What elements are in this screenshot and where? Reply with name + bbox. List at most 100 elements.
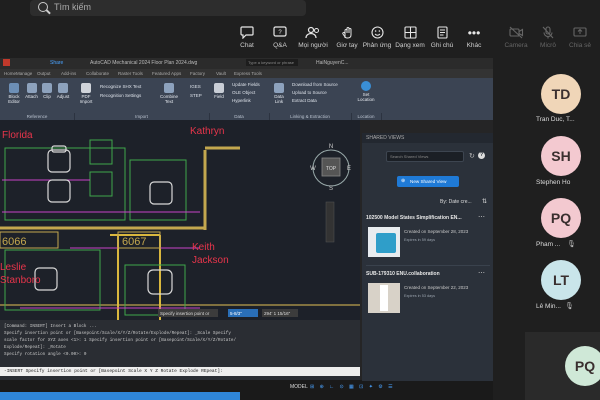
- viewcube[interactable]: TOP N W E S: [310, 144, 351, 192]
- refresh-icon[interactable]: ↻: [469, 152, 475, 160]
- share-button[interactable]: Chia sẻ: [563, 26, 597, 54]
- card-more-icon[interactable]: ⋯: [478, 213, 485, 221]
- ribbon-tab[interactable]: Output: [37, 71, 51, 76]
- participant-tile[interactable]: SH Stephen Ho: [493, 128, 600, 192]
- more-button[interactable]: ••• Khác: [457, 26, 491, 54]
- adjust-button[interactable]: Adjust: [56, 83, 70, 99]
- clip-button[interactable]: Clip: [41, 83, 53, 99]
- floor-plan: Florida Kathryn 6066 6067 Keith Jackson …: [0, 126, 360, 320]
- command-input[interactable]: -INSERT Specify insertion point or [Base…: [0, 367, 360, 376]
- navigation-bar[interactable]: [325, 201, 335, 243]
- chat-icon: [230, 26, 264, 40]
- coord-field[interactable]: 294' 1 15/16": [264, 311, 291, 316]
- more-icon: •••: [467, 26, 481, 40]
- group-location-label: Location: [351, 113, 382, 120]
- card-more-icon[interactable]: ⋯: [478, 269, 485, 277]
- avatar: TD: [541, 74, 581, 114]
- pdf-icon: [81, 83, 91, 93]
- card-title: 102500 Model States Simplification EN...: [366, 215, 462, 221]
- new-shared-view-button[interactable]: ⊕ New Shared View: [397, 176, 459, 187]
- help-icon[interactable]: ?: [478, 152, 485, 159]
- autocad-logo-icon: [3, 59, 10, 66]
- participant-tile[interactable]: LT Lê Min... 🎙: [493, 256, 600, 320]
- coord-field[interactable]: 5-8/3": [230, 311, 242, 316]
- qa-button[interactable]: ? Q&A: [263, 26, 297, 54]
- set-location-button[interactable]: Set Location: [356, 81, 376, 102]
- hyperlink-button[interactable]: Hyperlink: [232, 98, 251, 103]
- block-editor-button[interactable]: Block Editor: [6, 83, 22, 104]
- react-button[interactable]: Phản ứng: [360, 26, 394, 54]
- shared-views-search[interactable]: Search Shared Views: [386, 151, 464, 162]
- sort-direction-icon[interactable]: ⇅: [482, 198, 487, 205]
- data-link-button[interactable]: Data Link: [272, 83, 286, 104]
- ribbon-tab[interactable]: Express Tools: [234, 71, 262, 76]
- raise-hand-button[interactable]: Giơ tay: [330, 26, 364, 54]
- mic-off-icon: [531, 26, 565, 40]
- recognize-shx-button[interactable]: Recognize SHX Text: [100, 84, 141, 89]
- iges-button[interactable]: IGES: [190, 84, 201, 89]
- field-button[interactable]: Field: [212, 83, 226, 99]
- chat-button[interactable]: Chat: [230, 26, 264, 54]
- people-button[interactable]: Mọi người: [296, 26, 330, 54]
- ribbon-tab[interactable]: Manage: [16, 71, 32, 76]
- share-screen-icon: [563, 26, 597, 40]
- mic-off-icon: 🎙: [565, 303, 574, 310]
- autocad-ribbon: Block Editor Attach Clip Adjust PDF Impo…: [0, 78, 493, 120]
- room-number: 6066: [2, 236, 26, 248]
- avatar: PQ: [541, 198, 581, 238]
- shared-view-card[interactable]: SUB-179310 ENU.collaboration ⋯ Created o…: [366, 269, 490, 321]
- self-view-tile[interactable]: PQ: [525, 332, 600, 400]
- extract-data-button[interactable]: Extract Data: [292, 98, 317, 103]
- status-icons[interactable]: ⊞ ⊕ ∟ ⊙ ▦ ⊡ ✦ ⚙ ☰: [310, 384, 395, 390]
- participant-name: Lê Min...: [536, 303, 561, 310]
- ribbon-tab[interactable]: Home: [4, 71, 16, 76]
- update-fields-button[interactable]: Update Fields: [232, 82, 260, 87]
- room-label: Kathryn: [190, 126, 224, 137]
- ribbon-tab[interactable]: Collaborate: [86, 71, 109, 76]
- sort-dropdown[interactable]: By: Date cre...: [440, 199, 472, 205]
- shared-view-card[interactable]: 102500 Model States Simplification EN...…: [366, 213, 490, 266]
- step-button[interactable]: STEP: [190, 93, 202, 98]
- attach-button[interactable]: Attach: [25, 83, 38, 99]
- ribbon-tab[interactable]: Add-ins: [61, 71, 76, 76]
- autocad-search[interactable]: Type a keyword or phrase: [246, 59, 298, 66]
- combine-text-button[interactable]: Combine Text: [158, 83, 180, 104]
- attach-icon: [26, 83, 37, 93]
- status-bar: MODEL ⊞ ⊕ ∟ ⊙ ▦ ⊡ ✦ ⚙ ☰: [0, 380, 493, 400]
- group-reference-label: Reference: [0, 113, 75, 120]
- ribbon-tab[interactable]: Vault: [216, 71, 226, 76]
- recognition-settings-button[interactable]: Recognition Settings: [100, 93, 141, 98]
- new-view-icon: ⊕: [401, 178, 406, 184]
- upload-source-button[interactable]: Upload to Source: [292, 90, 327, 95]
- shared-views-panel: SHARED VIEWS Search Shared Views ↻ ? ⊕ N…: [362, 133, 493, 381]
- shared-views-header: SHARED VIEWS: [362, 133, 493, 143]
- autocad-titlebar: Share AutoCAD Mechanical 2024 Floor Plan…: [0, 58, 493, 69]
- insertion-tooltip: Specify insertion point or: [160, 311, 210, 316]
- ribbon-tab[interactable]: Factory: [190, 71, 205, 76]
- search-box[interactable]: Tìm kiếm: [30, 0, 306, 16]
- autocad-user[interactable]: HaiNguyenC...: [316, 60, 349, 66]
- people-icon: [296, 26, 330, 40]
- ribbon-tab[interactable]: Featured Apps: [152, 71, 181, 76]
- participant-tile[interactable]: TD Tran Duc, T...: [493, 58, 600, 128]
- ribbon-tab[interactable]: Raster Tools: [118, 71, 143, 76]
- card-thumbnail: [368, 283, 400, 313]
- combine-text-icon: [164, 83, 174, 93]
- camera-button[interactable]: Camera: [499, 26, 533, 54]
- svg-text:W: W: [310, 166, 316, 172]
- clip-icon: [42, 83, 52, 93]
- share-label[interactable]: Share: [50, 60, 63, 66]
- notes-button[interactable]: Ghi chú: [425, 26, 459, 54]
- participant-tile[interactable]: PQ Pham ... 🎙: [493, 192, 600, 256]
- mic-button[interactable]: Micrô: [531, 26, 565, 54]
- card-expires: Expires in 59 days: [404, 238, 436, 242]
- view-button[interactable]: Dạng xem: [393, 26, 427, 54]
- globe-icon: [361, 81, 371, 91]
- mic-off-icon: 🎙: [567, 241, 576, 248]
- ole-object-button[interactable]: OLE Object: [232, 90, 255, 95]
- download-source-button[interactable]: Download from Source: [292, 82, 338, 87]
- shared-screen: Share AutoCAD Mechanical 2024 Floor Plan…: [0, 58, 493, 400]
- pdf-import-button[interactable]: PDF Import: [78, 83, 94, 104]
- svg-text:S: S: [329, 186, 333, 192]
- model-space-toggle[interactable]: MODEL: [290, 384, 308, 390]
